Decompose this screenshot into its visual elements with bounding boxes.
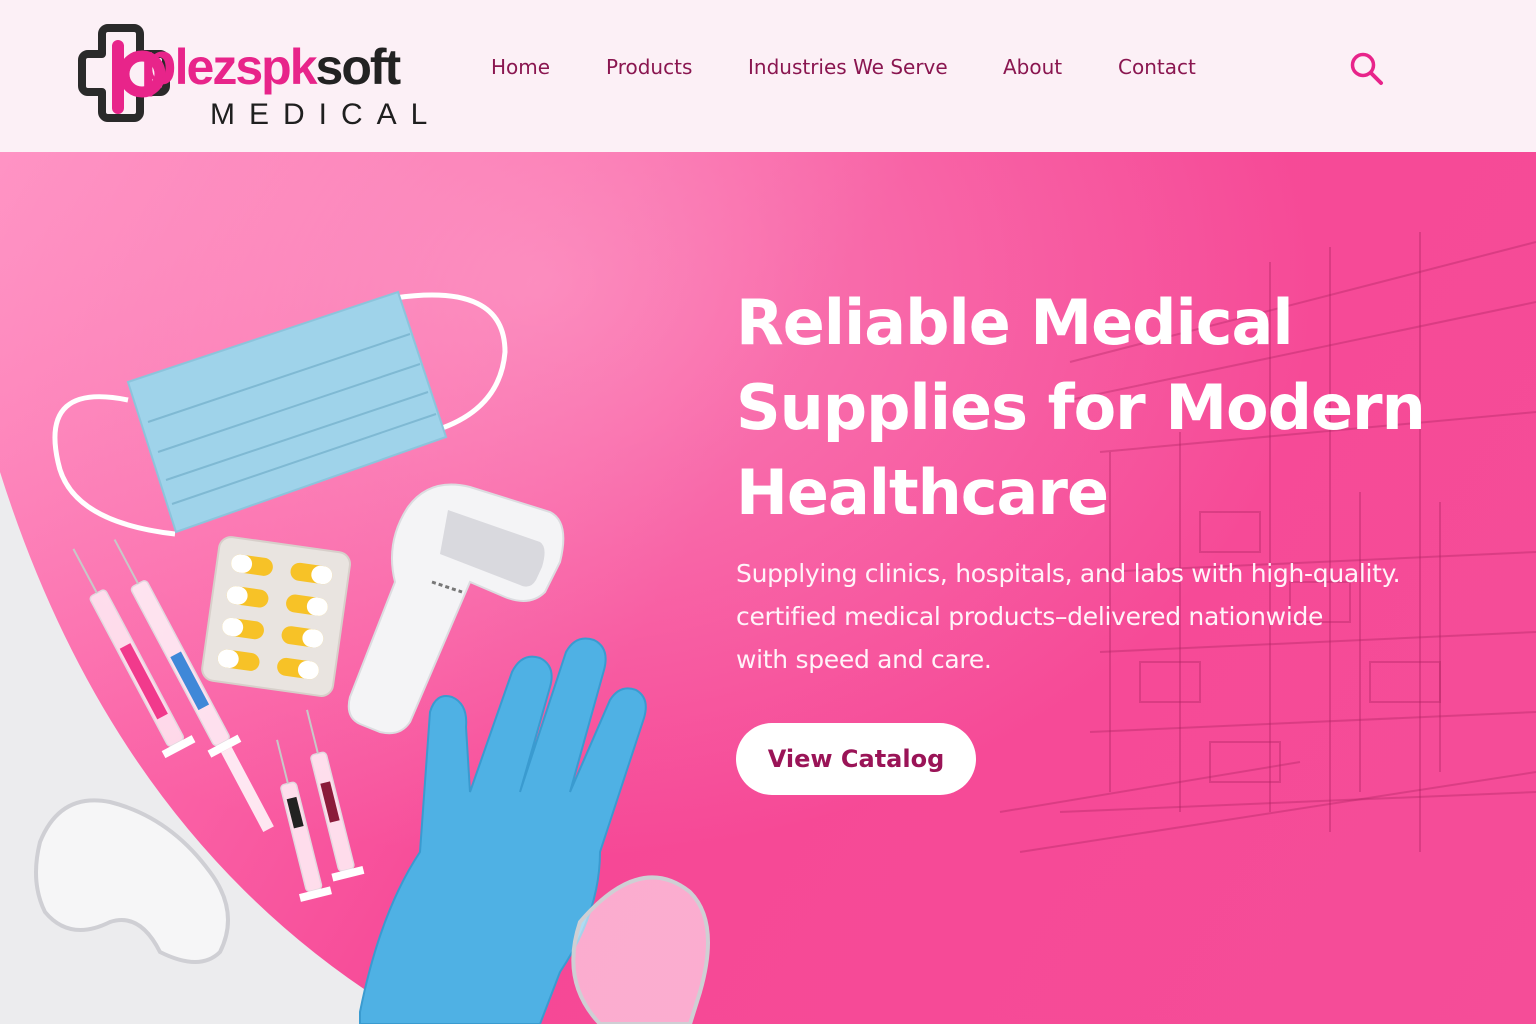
brand-name-initial: p xyxy=(140,30,177,97)
brand-name-middle: lezspk xyxy=(174,39,318,95)
site-header: plezspksoft MEDICAL Home Products Indust… xyxy=(0,0,1536,152)
nav-about[interactable]: About xyxy=(1003,55,1062,79)
hero-title-line: Supplies for Modern xyxy=(736,371,1426,444)
brand-name: plezspksoft xyxy=(140,34,402,95)
brand-logo[interactable]: plezspksoft MEDICAL xyxy=(78,24,427,130)
hero-subtitle: Supplying clinics, hospitals, and labs w… xyxy=(736,552,1436,681)
search-button[interactable] xyxy=(1348,50,1386,88)
hero-subtitle-line: with speed and care. xyxy=(736,645,992,674)
hero-title-line: Reliable Medical xyxy=(736,286,1294,359)
hero-section: Reliable Medical Supplies for Modern Hea… xyxy=(0,152,1536,1024)
hero-title: Reliable Medical Supplies for Modern Hea… xyxy=(736,280,1436,535)
pill-blister-illustration xyxy=(201,536,351,697)
search-icon xyxy=(1350,52,1383,85)
hero-subtitle-line: certified medical products–delivered nat… xyxy=(736,602,1324,631)
nav-home[interactable]: Home xyxy=(491,55,550,79)
view-catalog-button[interactable]: View Catalog xyxy=(736,723,976,795)
hero-title-line: Healthcare xyxy=(736,456,1109,529)
nav-products[interactable]: Products xyxy=(606,55,692,79)
hero-subtitle-line: Supplying clinics, hospitals, and labs w… xyxy=(736,559,1401,588)
nav-industries-we-serve[interactable]: Industries We Serve xyxy=(748,55,948,79)
nav-contact[interactable]: Contact xyxy=(1118,55,1196,79)
brand-subtitle: MEDICAL xyxy=(210,98,442,131)
brand-name-end: soft xyxy=(315,39,402,95)
